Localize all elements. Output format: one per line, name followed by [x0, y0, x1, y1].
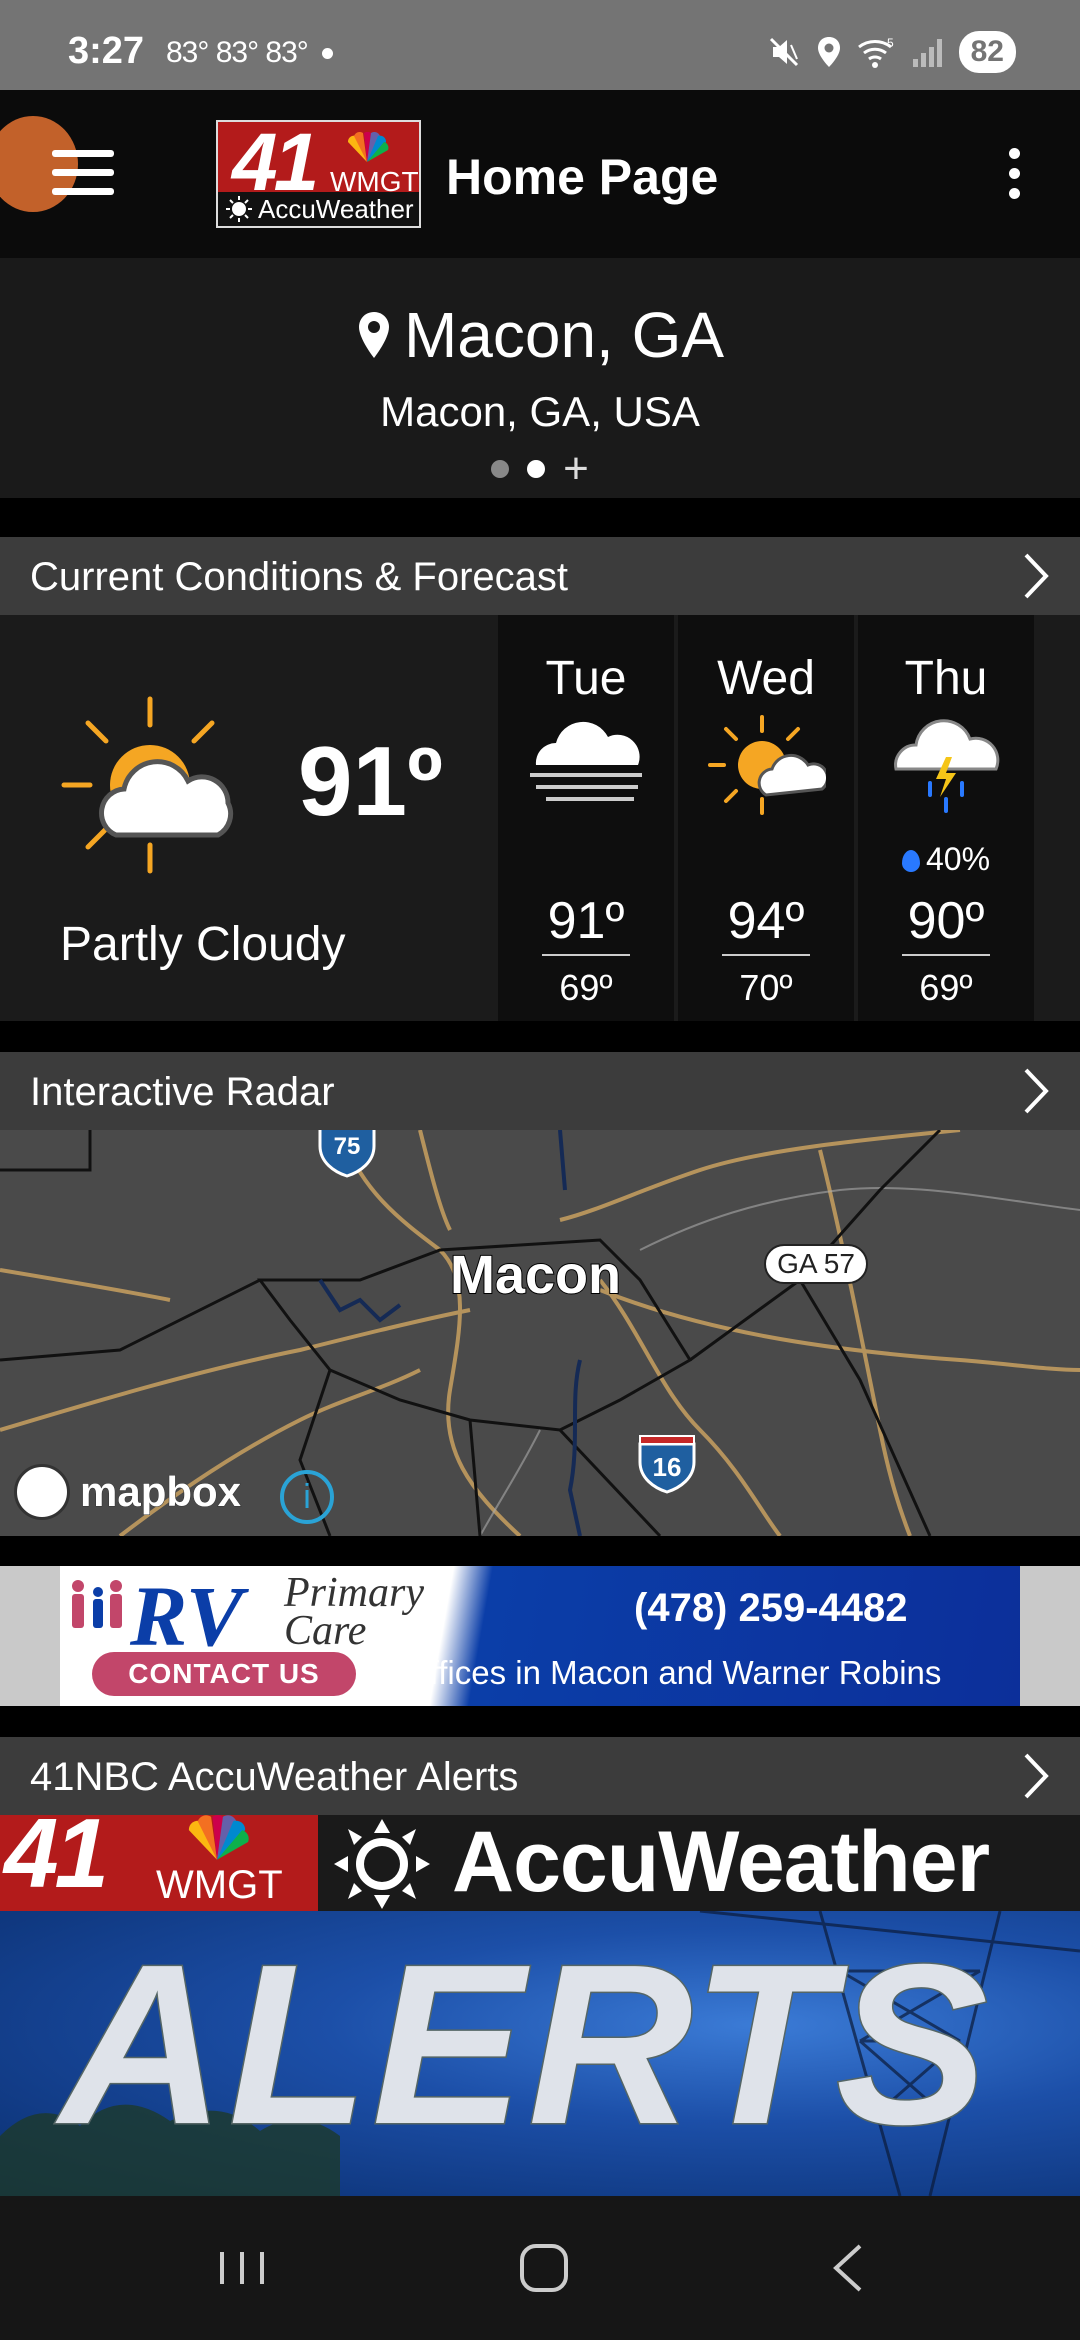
wifi-icon: 5 [857, 36, 894, 68]
family-icon [72, 1580, 122, 1628]
forecast-high: 94º [727, 892, 805, 950]
system-nav-bar [0, 2196, 1080, 2340]
chevron-right-icon [1024, 1068, 1049, 1114]
current-temp: 91º [298, 726, 443, 836]
fog-icon [530, 721, 642, 801]
alerts-banner[interactable]: 41 WMGT AccuWeather ALERTS [0, 1815, 1080, 2196]
banner-number: 41 [4, 1815, 109, 1908]
forecast-high: 91º [547, 892, 625, 950]
home-icon[interactable] [464, 2196, 624, 2340]
alerts-header[interactable]: 41NBC AccuWeather Alerts [0, 1737, 1080, 1815]
alerts-banner-body: ALERTS [0, 1911, 1080, 2196]
ad-brand: RV [130, 1568, 244, 1664]
page-title: Home Page [446, 149, 719, 205]
radar-header-label: Interactive Radar [30, 1070, 335, 1114]
notification-dot-icon [322, 48, 333, 59]
battery-indicator: 82 [958, 31, 1016, 73]
partly-cloudy-icon [61, 696, 234, 874]
status-bar: 3:27 83° 83° 83° 5 82 [0, 0, 1080, 90]
recent-apps-icon[interactable] [162, 2196, 322, 2340]
chevron-right-icon [1024, 553, 1049, 599]
ad-phone: (478) 259-4482 [634, 1586, 908, 1630]
divider [902, 954, 990, 956]
mute-icon [769, 37, 798, 67]
location-pin-icon [358, 312, 389, 358]
page-dot[interactable] [491, 460, 510, 478]
radar-header[interactable]: Interactive Radar [0, 1052, 1080, 1130]
conditions-header[interactable]: Current Conditions & Forecast [0, 537, 1080, 615]
accuweather-sun-icon [334, 1819, 430, 1909]
accuweather-sun-icon [226, 196, 252, 222]
add-location-icon[interactable]: + [563, 447, 589, 491]
svg-text:5: 5 [887, 36, 894, 50]
forecast-day[interactable]: Thu 40% 90º 69º [858, 615, 1034, 1021]
logo-brand: AccuWeather [258, 194, 414, 224]
more-options-icon[interactable] [1004, 148, 1024, 204]
divider [542, 954, 630, 956]
logo-brand-strip: AccuWeather [218, 192, 419, 226]
banner-title: ALERTS [59, 1917, 992, 2174]
status-icons: 5 82 [767, 26, 1016, 78]
forecast-day-name: Tue [545, 652, 627, 705]
menu-icon[interactable] [52, 150, 114, 202]
ga-57-shield: GA 57 [764, 1244, 868, 1284]
forecast-precip-value: 40% [925, 841, 991, 877]
conditions-panel[interactable]: 91º Partly Cloudy Tue 91º 69º Wed 94º 70… [0, 615, 1080, 1021]
radar-map[interactable]: 75 16 GA 57 Macon mapbox i [0, 1130, 1080, 1536]
station-logo-block: 41 WMGT [0, 1815, 318, 1911]
peacock-icon [347, 132, 389, 162]
location-panel[interactable]: Macon, GA Macon, GA, USA + [0, 258, 1080, 498]
location-full: Macon, GA, USA [380, 388, 700, 435]
signal-icon [912, 39, 942, 67]
info-icon[interactable]: i [280, 1470, 334, 1524]
map-city-label: Macon [449, 1244, 622, 1306]
station-logo: 41 WMGT AccuWeather [216, 117, 421, 228]
forecast-day-name: Wed [717, 652, 815, 705]
current-desc: Partly Cloudy [60, 918, 346, 971]
interstate-75-shield: 75 [318, 1130, 376, 1178]
contact-us-button[interactable]: CONTACT US [92, 1652, 356, 1696]
peacock-icon [188, 1815, 249, 1860]
chevron-right-icon [1024, 1753, 1049, 1799]
alerts-header-label: 41NBC AccuWeather Alerts [30, 1755, 519, 1799]
banner-station: WMGT [156, 1863, 283, 1907]
divider [722, 954, 810, 956]
back-icon[interactable] [766, 2196, 926, 2340]
forecast-day-name: Thu [904, 652, 988, 705]
location-pager: + [0, 447, 1080, 491]
forecast-day[interactable]: Wed 94º 70º [678, 615, 854, 1021]
interstate-16-label: 16 [653, 1452, 682, 1482]
location-city: Macon, GA [403, 299, 725, 371]
forecast-high: 90º [907, 892, 985, 950]
location-icon [817, 37, 840, 67]
status-temps: 83° 83° 83° [166, 36, 309, 69]
forecast-low: 69º [559, 967, 613, 1008]
status-time: 3:27 [68, 30, 145, 72]
mapbox-label: mapbox [79, 1468, 242, 1516]
forecast-low: 70º [739, 967, 793, 1008]
ad-tagline: Primary Care [284, 1570, 424, 1654]
forecast-low: 69º [919, 967, 973, 1008]
mapbox-logo-icon [14, 1464, 70, 1520]
mostly-sunny-icon [708, 715, 826, 815]
interstate-75-label: 75 [334, 1133, 361, 1160]
ad-banner-container: RV Primary Care CONTACT US (478) 259-448… [0, 1566, 1080, 1706]
forecast-day[interactable]: Tue 91º 69º [498, 615, 674, 1021]
ad-banner[interactable]: RV Primary Care CONTACT US (478) 259-448… [60, 1566, 1020, 1706]
thunderstorm-icon [894, 719, 1000, 813]
alerts-banner-top: 41 WMGT AccuWeather [0, 1815, 1080, 1911]
mapbox-attribution[interactable]: mapbox [14, 1464, 242, 1520]
raindrop-icon [901, 850, 920, 872]
conditions-header-label: Current Conditions & Forecast [30, 555, 569, 599]
banner-brand: AccuWeather [452, 1815, 990, 1910]
ad-offices: Offices in Macon and Warner Robins [404, 1654, 942, 1691]
interstate-16-shield: 16 [638, 1435, 696, 1494]
page-dot-active[interactable] [527, 460, 546, 478]
forecast-precip: 40% [858, 841, 1034, 878]
